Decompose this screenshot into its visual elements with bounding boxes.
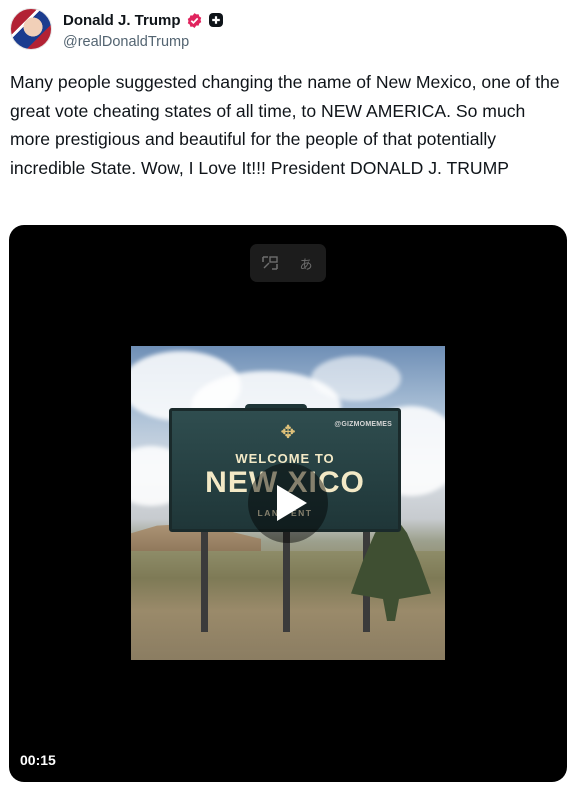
- avatar[interactable]: [10, 8, 52, 50]
- play-icon: [277, 485, 307, 521]
- video-thumbnail: ✥ @GIZMOMEMES WELCOME TO NEW XICO LAND E…: [131, 346, 445, 660]
- translate-icon[interactable]: あ: [296, 254, 316, 272]
- author-name-row: Donald J. Trump: [63, 11, 224, 29]
- post-text: Many people suggested changing the name …: [10, 72, 560, 178]
- author-display-name[interactable]: Donald J. Trump: [63, 12, 181, 29]
- play-button[interactable]: [248, 463, 328, 543]
- verified-check-icon: [187, 12, 201, 28]
- plus-badge-icon: [208, 13, 223, 27]
- video-duration: 00:15: [20, 752, 56, 768]
- picture-in-picture-icon[interactable]: [260, 254, 280, 272]
- video-player[interactable]: あ ✥ @GIZMOMEMES WELCOME TO NEW XICO LAND…: [9, 225, 567, 782]
- author-handle[interactable]: @realDonaldTrump: [63, 34, 189, 50]
- video-toolbar: あ: [250, 244, 326, 282]
- zia-symbol-icon: ✥: [280, 422, 296, 442]
- watermark: @GIZMOMEMES: [334, 421, 392, 428]
